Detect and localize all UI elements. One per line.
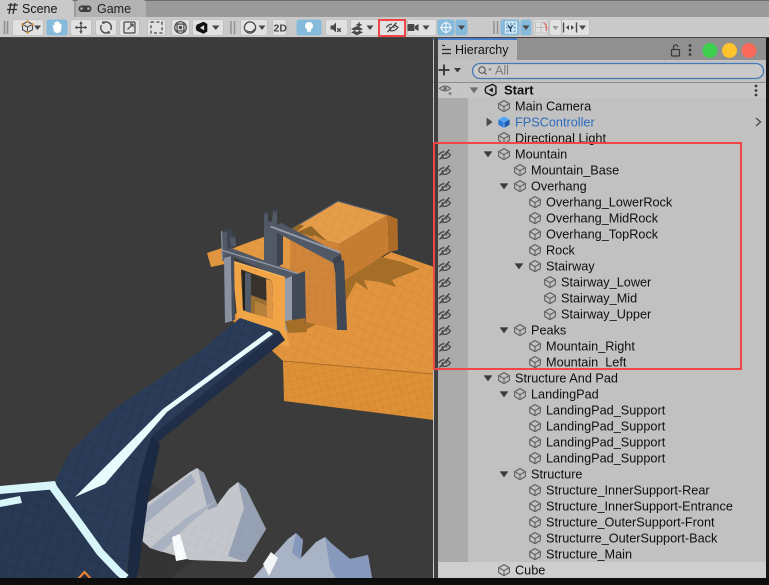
svg-text:All: All [495,64,509,78]
svg-text:Y: Y [507,24,513,34]
svg-text:Structure: Structure [531,468,582,482]
svg-text:Start: Start [504,83,534,98]
svg-text:Hierarchy: Hierarchy [455,43,509,57]
svg-text:Game: Game [97,2,131,16]
svg-text:Structure_Main: Structure_Main [546,548,632,562]
svg-text:Structure_OuterSupport-Front: Structure_OuterSupport-Front [546,516,715,530]
svg-text:LandingPad_Support: LandingPad_Support [546,436,666,450]
svg-text:Structure_InnerSupport-Rear: Structure_InnerSupport-Rear [546,484,710,498]
svg-text:LandingPad_Support: LandingPad_Support [546,404,666,418]
svg-text:Scene: Scene [22,2,57,16]
svg-text:2D: 2D [274,23,288,35]
svg-text:Cube: Cube [515,564,545,578]
svg-text:Structure And Pad: Structure And Pad [515,372,618,386]
svg-text:Structurre_OuterSupport-Back: Structurre_OuterSupport-Back [546,532,718,546]
svg-text:LandingPad_Support: LandingPad_Support [546,452,666,466]
svg-text:Main Camera: Main Camera [515,100,592,114]
svg-text:Structure_InnerSupport-Entranc: Structure_InnerSupport-Entrance [546,500,733,514]
svg-text:LandingPad: LandingPad [531,388,599,402]
svg-text:FPSController: FPSController [515,116,595,130]
svg-text:LandingPad_Support: LandingPad_Support [546,420,666,434]
